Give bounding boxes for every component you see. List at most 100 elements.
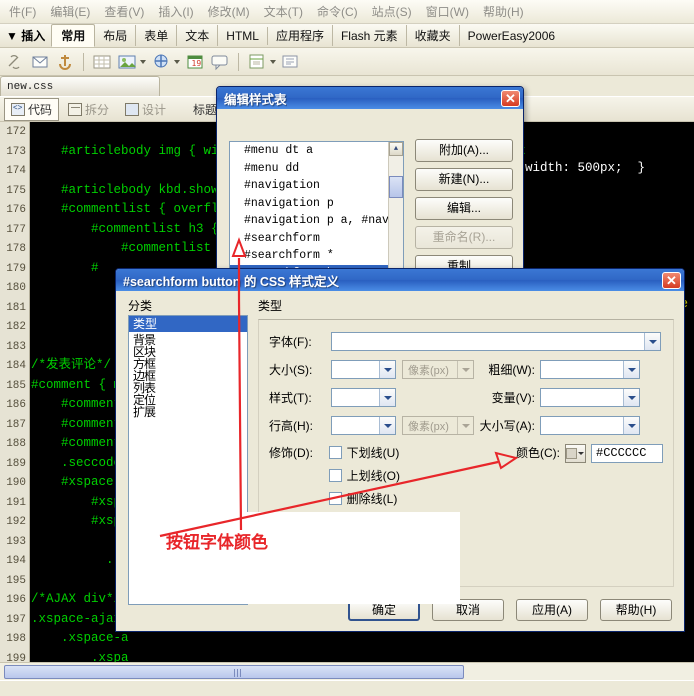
toolbar-separator [83, 52, 84, 71]
line-number: 199 [6, 652, 26, 663]
list-item[interactable]: #menu dd [230, 160, 403, 178]
category-item-extensions[interactable]: 扩展 [133, 406, 193, 418]
decoration-underline-row[interactable]: 下划线(U) [328, 444, 400, 461]
horizontal-scrollbar-thumb[interactable] [4, 665, 464, 679]
color-input[interactable]: #CCCCCC [591, 444, 663, 463]
case-label: 大小写(A): [479, 419, 535, 433]
media-dropdown-caret-icon[interactable] [174, 59, 180, 64]
scroll-up-icon[interactable]: ▲ [389, 142, 403, 156]
menu-item-commands[interactable]: 命令(C) [310, 1, 365, 22]
insert-category-favorites[interactable]: 收藏夹 [407, 25, 460, 46]
image-dropdown-caret-icon[interactable] [140, 59, 146, 64]
color-picker-swatch[interactable] [565, 444, 586, 463]
insert-category-html[interactable]: HTML [218, 26, 268, 45]
apply-button[interactable]: 应用(A) [516, 599, 588, 621]
scrollbar-thumb[interactable] [389, 176, 403, 198]
menu-item-text[interactable]: 文本(T) [257, 1, 310, 22]
horizontal-scrollbar[interactable] [0, 662, 694, 680]
variant-select[interactable] [540, 388, 640, 407]
line-number: 187 [6, 418, 26, 431]
insert-category-flash-elements[interactable]: Flash 元素 [333, 25, 407, 46]
menu-item-modify[interactable]: 修改(M) [201, 1, 257, 22]
overline-checkbox[interactable] [328, 469, 342, 482]
close-icon[interactable]: ✕ [662, 271, 681, 289]
size-unit-value: 像素(px) [408, 364, 449, 377]
chevron-down-icon[interactable] [379, 389, 395, 406]
table-icon[interactable] [92, 52, 112, 71]
insert-category-poweresay2006[interactable]: PowerEasy2006 [460, 27, 563, 45]
date-icon[interactable]: 19 [185, 52, 205, 71]
list-item[interactable]: #navigation p a, #navi [230, 212, 403, 230]
edit-button[interactable]: 编辑... [415, 197, 513, 220]
menu-item-insert[interactable]: 插入(I) [151, 1, 200, 22]
weight-select[interactable] [540, 360, 640, 379]
tag-chooser-icon[interactable] [281, 52, 301, 71]
chevron-down-icon[interactable] [578, 452, 584, 455]
font-select[interactable] [331, 332, 661, 351]
menu-item-site[interactable]: 站点(S) [365, 1, 419, 22]
menu-item-help[interactable]: 帮助(H) [476, 1, 531, 22]
list-item[interactable]: #navigation p [230, 195, 403, 213]
chevron-down-icon[interactable] [623, 389, 639, 406]
menu-item-file[interactable]: 件(F) [2, 1, 43, 22]
decoration-linethrough-row[interactable]: 删除线(L) [328, 490, 400, 507]
attach-button[interactable]: 附加(A)... [415, 139, 513, 162]
list-item[interactable]: #searchform * [230, 247, 403, 265]
line-number: 180 [6, 282, 26, 294]
line-height-row: 行高(H): 像素(px) 大小写(A): [269, 416, 663, 435]
menu-item-window[interactable]: 窗口(W) [419, 1, 476, 22]
comment-icon[interactable] [210, 52, 230, 71]
new-button[interactable]: 新建(N)... [415, 168, 513, 191]
style-select[interactable] [331, 388, 396, 407]
image-icon[interactable] [117, 52, 137, 71]
insert-panel-toggle[interactable]: ▼ 插入 [4, 27, 51, 44]
document-tab[interactable]: new.css [0, 76, 160, 96]
chevron-down-icon[interactable] [379, 361, 395, 378]
underline-label: 下划线(U) [346, 446, 400, 460]
line-number: 194 [6, 555, 26, 567]
underline-checkbox[interactable] [328, 446, 342, 459]
edit-style-sheet-dialog: 编辑样式表 ✕ #menu dt a #menu dd #navigation … [216, 86, 524, 307]
close-icon[interactable]: ✕ [501, 89, 520, 107]
chevron-down-icon[interactable] [623, 417, 639, 434]
email-link-icon[interactable] [30, 52, 50, 71]
edit-style-sheet-title: 编辑样式表 [224, 92, 287, 107]
decoration-overline-row[interactable]: 上划线(O) [328, 467, 400, 484]
line-number: 184 [6, 360, 26, 372]
view-button-split[interactable]: 拆分 [61, 98, 116, 121]
code-line[interactable]: .xspa [31, 649, 694, 663]
line-through-checkbox[interactable] [328, 492, 342, 505]
category-item-type[interactable]: 类型 [129, 316, 247, 332]
anchor-icon[interactable] [55, 52, 75, 71]
insert-category-forms[interactable]: 表单 [136, 25, 178, 46]
menu-item-edit[interactable]: 编辑(E) [43, 1, 97, 22]
menu-item-view[interactable]: 查看(V) [97, 1, 151, 22]
case-select[interactable] [540, 416, 640, 435]
weight-label: 粗细(W): [488, 363, 535, 377]
list-item[interactable]: #navigation [230, 177, 403, 195]
help-button[interactable]: 帮助(H) [600, 599, 672, 621]
view-button-design[interactable]: 设计 [118, 98, 173, 121]
category-item-stack[interactable]: 背景 区块 方框 边框 列表 定位 扩展 [133, 334, 193, 418]
template-dropdown-caret-icon[interactable] [270, 59, 276, 64]
chevron-down-icon[interactable] [644, 333, 660, 350]
list-item[interactable]: #searchform [230, 230, 403, 248]
line-number: 176 [6, 204, 26, 216]
design-view-icon [125, 102, 140, 116]
dreamweaver-window: 件(F) 编辑(E) 查看(V) 插入(I) 修改(M) 文本(T) 命令(C)… [0, 0, 694, 696]
template-icon[interactable] [247, 52, 267, 71]
view-button-code[interactable]: 代码 [4, 97, 60, 121]
insert-category-text[interactable]: 文本 [177, 25, 219, 46]
line-height-select[interactable] [331, 416, 396, 435]
insert-category-application[interactable]: 应用程序 [268, 25, 333, 46]
annotation-label: 按钮字体颜色 [166, 533, 268, 553]
hyperlink-icon[interactable] [5, 52, 25, 71]
line-number: 198 [6, 633, 26, 645]
chevron-down-icon[interactable] [623, 361, 639, 378]
media-flash-icon[interactable] [151, 52, 171, 71]
list-item[interactable]: #menu dt a [230, 142, 403, 160]
insert-category-common[interactable]: 常用 [51, 24, 96, 47]
chevron-down-icon[interactable] [379, 417, 395, 434]
insert-category-layout[interactable]: 布局 [95, 25, 137, 46]
size-select[interactable] [331, 360, 396, 379]
